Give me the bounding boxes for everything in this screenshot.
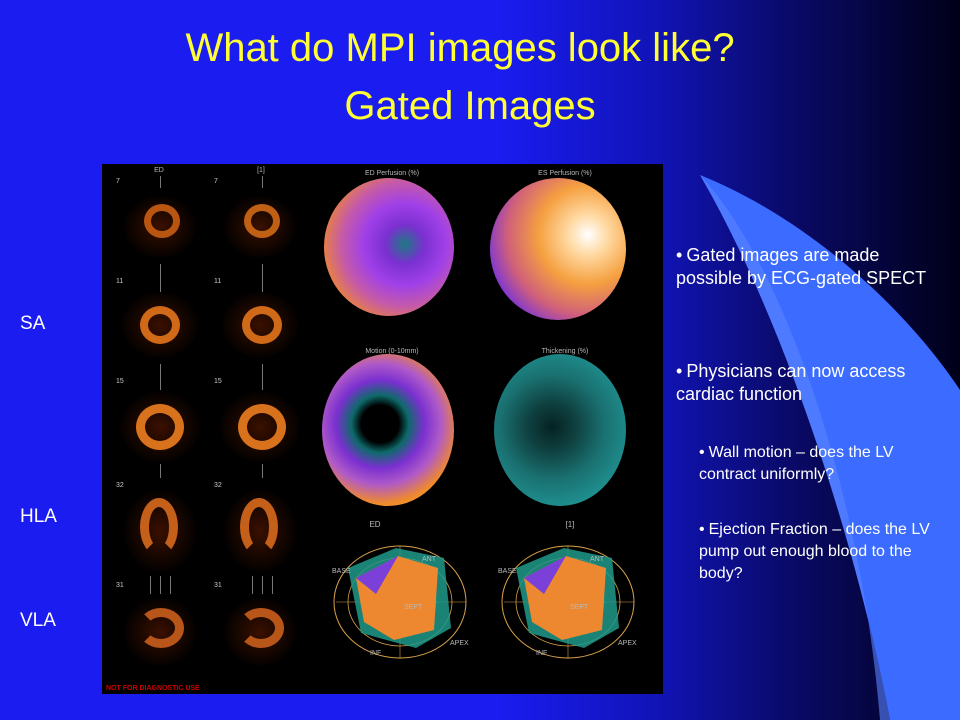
slide: What do MPI images look like? Gated Imag… [0,0,960,720]
crosshair-line [262,264,263,292]
slide-subtitle: Gated Images [344,84,596,128]
bullet-text: Physicians can now access cardiac functi… [676,361,906,404]
slice-number: 7 [116,178,120,185]
view-label-hla: HLA [20,506,57,527]
model-label-apex: APEX [450,640,469,647]
myocardium-ring [240,498,278,556]
polar-map-ed-perfusion [324,178,454,316]
slide-title: What do MPI images look like? [185,26,735,70]
polar-map-title: ES Perfusion (%) [538,170,592,177]
slice-number: 11 [214,278,222,285]
model-label-ant: ANT [590,556,604,563]
model-label-inf: INF [536,650,548,657]
bullet-cardiac-function: • Physicians can now access cardiac funct… [676,360,938,406]
bullet-marker: • [676,245,683,265]
crosshair-line [160,364,161,390]
myocardium-ring [140,306,180,344]
polar-map-title: ED Perfusion (%) [364,170,420,177]
bullet-marker: • [699,521,705,538]
crosshair-line [160,576,161,594]
model-label-inf: INF [370,650,382,657]
polar-map-es-perfusion [490,178,626,320]
myocardium-ring [242,306,282,344]
crosshair-line [262,176,263,188]
model-label-sept: SEPT [570,604,589,611]
bullet-text: Wall motion – does the LV contract unifo… [699,444,894,483]
crosshair-line [160,264,161,292]
slice-number: 7 [214,178,218,185]
view-label-vla: VLA [20,610,56,631]
slice-number: 31 [214,582,222,589]
column-header-ed: ED [154,167,164,174]
model-label-base: BASE [498,568,517,575]
view-label-sa: SA [20,313,46,334]
bullet-text: Gated images are made possible by ECG-ga… [676,245,927,288]
myocardium-ring [244,204,280,238]
crosshair-line [160,464,161,478]
model-label-apex: APEX [618,640,637,647]
model-label-base: BASE [332,568,351,575]
bullet-gated-images: • Gated images are made possible by ECG-g… [676,244,938,290]
slice-number: 32 [116,482,124,489]
crosshair-line [150,576,151,594]
crosshair-line [252,576,253,594]
model-label-ant: ANT [422,556,436,563]
crosshair-line [160,176,161,188]
slice-number: 31 [116,582,124,589]
bullet-marker: • [699,444,705,461]
polar-map-motion [322,354,454,506]
polar-map-thickening [494,354,626,506]
disclaimer-text: NOT FOR DIAGNOSTIC USE [106,685,200,692]
crosshair-line [262,576,263,594]
myocardium-ring [144,204,180,238]
myocardium-ring [238,608,284,648]
crosshair-line [170,576,171,594]
myocardium-ring [238,404,286,450]
spect-image-panel: ED [1] 7 7 11 11 15 15 32 32 31 31 ED Pe… [102,164,663,694]
myocardium-ring [136,404,184,450]
slice-number: 32 [214,482,222,489]
slice-number: 15 [214,378,222,385]
myocardium-ring [140,498,178,556]
column-header-1: [1] [257,167,265,174]
bullet-text: Ejection Fraction – does the LV pump out… [699,521,930,582]
model-label-sept: SEPT [404,604,423,611]
sub-bullet-wall-motion: • Wall motion – does the LV contract unif… [699,442,944,486]
crosshair-line [262,364,263,390]
bullet-marker: • [676,361,683,381]
model-caption-1: [1] [565,520,575,529]
model-caption-ed: ED [369,520,381,529]
crosshair-line [272,576,273,594]
slice-number: 15 [116,378,124,385]
crosshair-line [262,464,263,478]
sub-bullet-ejection-fraction: • Ejection Fraction – does the LV pump ou… [699,519,944,585]
myocardium-ring [138,608,184,648]
slice-number: 11 [116,278,124,285]
